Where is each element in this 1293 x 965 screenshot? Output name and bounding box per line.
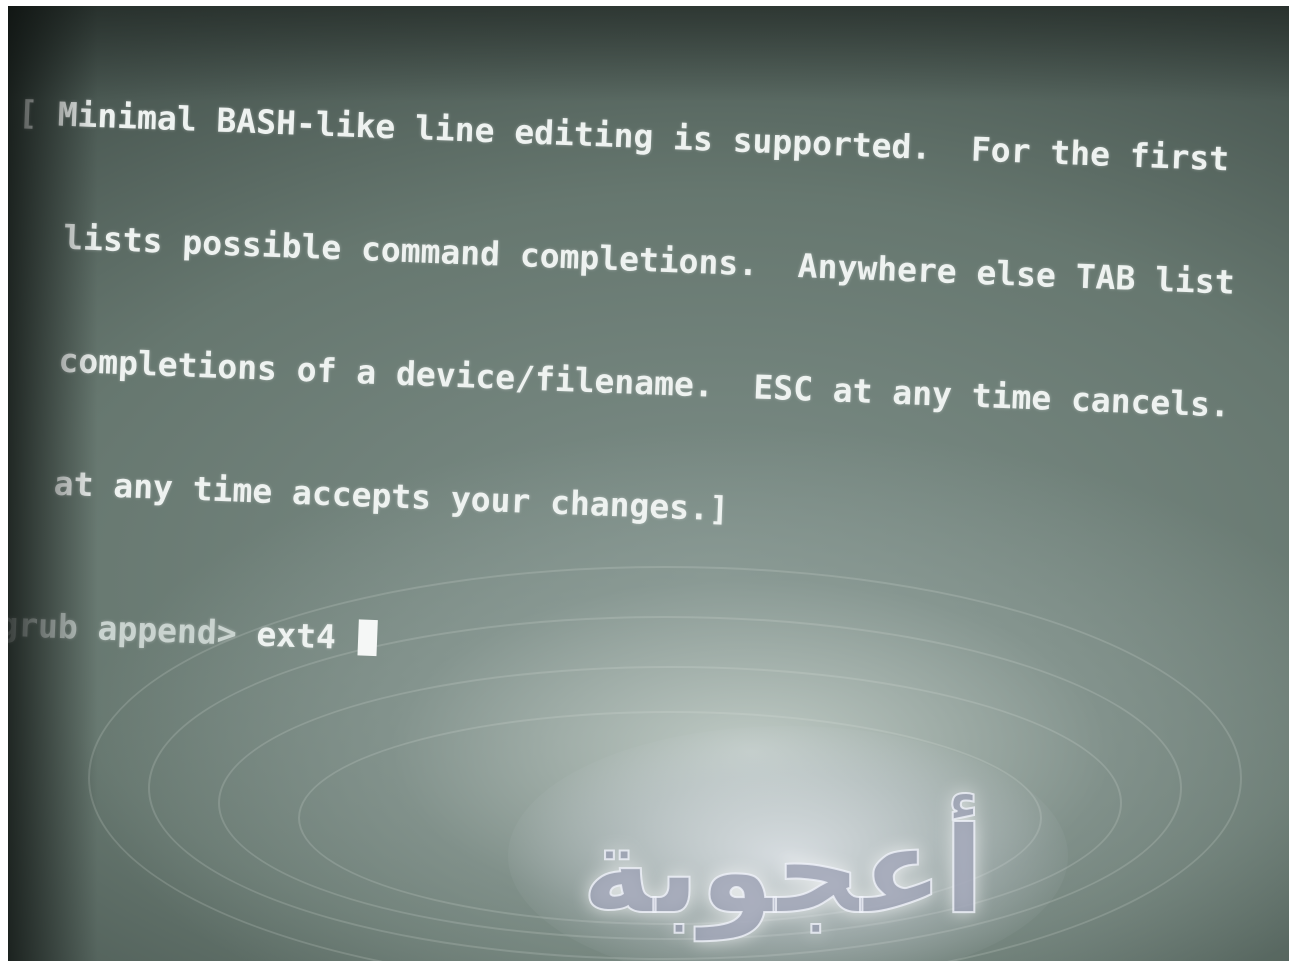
command-prompt-line[interactable]: grub append> ext4	[8, 604, 1265, 694]
command-input[interactable]: ext4	[256, 614, 337, 656]
help-line-4: at any time accepts your changes.]	[53, 463, 730, 529]
text-cursor	[357, 619, 378, 657]
help-line-1: [ Minimal BASH-like line editing is supp…	[17, 92, 1230, 179]
grub-terminal[interactable]: [ Minimal BASH-like line editing is supp…	[8, 10, 1288, 775]
help-line-3: completions of a device/filename. ESC at…	[57, 340, 1231, 425]
prompt-label: grub append>	[8, 604, 238, 653]
grub-screen: أعجوبة [ Minimal BASH-like line editing …	[8, 6, 1289, 961]
logo-text: أعجوبة	[581, 801, 986, 942]
watermark-logo: أعجوبة	[548, 776, 1018, 961]
help-line-2: lists possible command completions. Anyw…	[62, 217, 1236, 302]
